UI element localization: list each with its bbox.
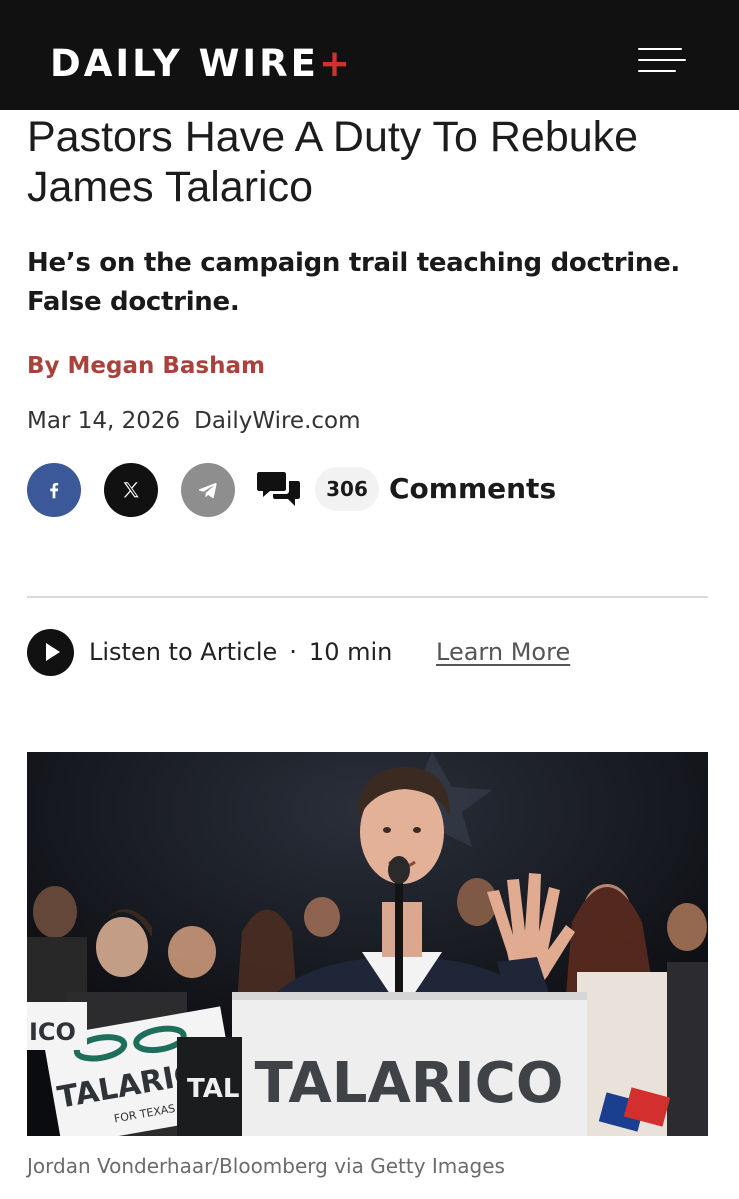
daily-wire-logo[interactable]: DAILY WIRE+ [50,44,350,84]
hero-photo: TALARICO TALARICO FOR TEXAS ICO TAL [27,752,708,1136]
podium-sign-text: TALARICO [255,1051,564,1116]
dateline: Mar 14, 2026 DailyWire.com [27,405,361,437]
article-subtitle: He’s on the campaign trail teaching doct… [27,248,680,317]
facebook-share-button[interactable] [27,463,81,517]
divider [27,596,708,598]
learn-more-link[interactable]: Learn More [436,635,570,669]
listen-label: Listen to Article [89,638,278,666]
facebook-icon [50,482,59,499]
comments-icon[interactable] [257,469,301,511]
x-icon [123,482,139,498]
author-link[interactable]: Megan Basham [68,353,265,379]
photo-caption: Jordan Vonderhaar/Bloomberg via Getty Im… [27,1154,505,1178]
telegram-share-button[interactable] [181,463,235,517]
x-share-button[interactable] [104,463,158,517]
sign-partial-2-text: TAL [187,1074,239,1104]
hero-photo-illustration: TALARICO TALARICO FOR TEXAS ICO TAL [27,752,708,1136]
comments-link[interactable]: Comments [389,471,556,507]
comment-count-badge[interactable]: 306 [315,467,379,511]
listen-info: Listen to Article · 10 min [89,635,392,669]
site-header: DAILY WIRE+ [0,0,739,110]
telegram-icon [198,483,217,499]
byline: By Megan Basham [27,350,265,382]
audio-duration: 10 min [308,638,393,666]
play-icon[interactable] [27,629,74,676]
source-name: DailyWire.com [194,408,361,434]
sign-partial-text: ICO [29,1018,76,1046]
article-title: Pastors Have A Duty To Rebuke James Tala… [27,113,639,211]
byline-prefix: By [27,353,60,379]
hamburger-menu-icon[interactable] [630,42,688,80]
publish-date: Mar 14, 2026 [27,408,181,434]
separator-dot: · [289,638,297,666]
